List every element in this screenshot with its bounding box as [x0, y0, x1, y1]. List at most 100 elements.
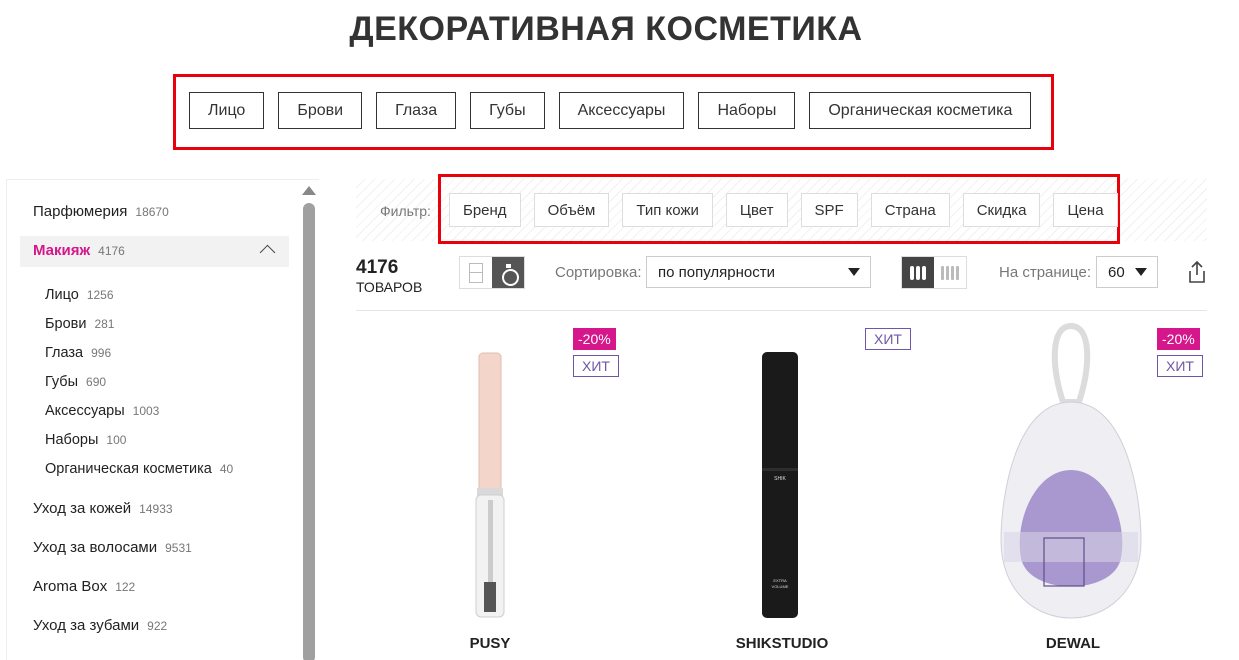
- triangle-down-icon: [1135, 268, 1147, 276]
- column-bar-icon: [941, 265, 944, 280]
- filter-button-skin-type[interactable]: Тип кожи: [622, 193, 713, 227]
- column-bar-icon: [951, 265, 954, 280]
- filter-button-price[interactable]: Цена: [1053, 193, 1118, 227]
- per-page-label: На странице:: [999, 264, 1091, 281]
- sort-select-value: по популярности: [658, 264, 775, 281]
- sidebar-item-teeth[interactable]: Уход за зубами 922: [33, 617, 167, 634]
- svg-text:EXTRA: EXTRA: [773, 578, 787, 583]
- toolbar-divider: [356, 310, 1207, 311]
- sale-badge: -20%: [1157, 328, 1200, 350]
- sidebar-item-count: 1003: [132, 404, 160, 418]
- sidebar-item-count: 922: [147, 619, 168, 633]
- sidebar-item-label: Брови: [45, 316, 87, 332]
- category-button-organic[interactable]: Органическая косметика: [809, 92, 1032, 129]
- sidebar-item-label: Губы: [45, 374, 79, 390]
- product-count: 4176: [356, 257, 399, 278]
- category-button-row: Лицо Брови Глаза Губы Аксессуары Наборы …: [189, 92, 1032, 129]
- product-brand[interactable]: PUSY: [390, 635, 590, 652]
- per-page-select[interactable]: 60: [1096, 256, 1158, 288]
- product-image-dewal-sponge[interactable]: [996, 320, 1146, 622]
- filter-button-country[interactable]: Страна: [870, 193, 950, 227]
- filter-button-spf[interactable]: SPF: [800, 193, 858, 227]
- page-title: ДЕКОРАТИВНАЯ КОСМЕТИКА: [349, 10, 863, 48]
- sidebar-subitem-accessories[interactable]: Аксессуары 1003: [45, 403, 159, 419]
- column-bar-icon: [956, 265, 959, 280]
- sidebar-item-label: Лицо: [45, 287, 79, 303]
- bottle-view-icon: [501, 263, 519, 286]
- sidebar-item-count: 40: [219, 462, 234, 476]
- view-mode-toggle: [459, 256, 525, 289]
- grid-4-columns-button[interactable]: [934, 257, 966, 288]
- sidebar-subitem-brows[interactable]: Брови 281: [45, 316, 114, 332]
- product-brand[interactable]: DEWAL: [973, 635, 1173, 652]
- sale-badge: -20%: [573, 328, 616, 350]
- filter-button-discount[interactable]: Скидка: [962, 193, 1041, 227]
- category-button-eyes[interactable]: Глаза: [376, 92, 457, 129]
- sidebar-item-count: 18670: [135, 205, 169, 219]
- svg-text:VOLUME: VOLUME: [772, 584, 789, 589]
- sidebar-item-label: Уход за кожей: [33, 500, 132, 517]
- filter-button-row: Бренд Объём Тип кожи Цвет SPF Страна Ски…: [449, 193, 1118, 227]
- sidebar-item-count: 1256: [86, 288, 114, 302]
- sidebar-item-count: 14933: [139, 502, 173, 516]
- sidebar-item-skincare[interactable]: Уход за кожей 14933: [33, 500, 173, 517]
- sort-select[interactable]: по популярности: [646, 256, 871, 288]
- column-bar-icon: [910, 265, 914, 280]
- category-button-accessories[interactable]: Аксессуары: [558, 92, 685, 129]
- scroll-up-arrow-icon[interactable]: [302, 186, 316, 195]
- sidebar-item-count: 100: [106, 433, 127, 447]
- product-image-shikstudio-mascara[interactable]: SHIK EXTRA VOLUME: [756, 350, 804, 622]
- filter-label: Фильтр:: [380, 203, 431, 219]
- sidebar: Парфюмерия 18670 Макияж 4176 Лицо 1256 Бров…: [6, 179, 319, 660]
- sidebar-item-label: Макияж: [33, 242, 91, 259]
- product-image-pusy-mascara[interactable]: [462, 350, 518, 622]
- column-bar-icon: [916, 265, 920, 280]
- sort-label: Сортировка:: [555, 264, 642, 281]
- sidebar-subitem-sets[interactable]: Наборы 100: [45, 432, 126, 448]
- sidebar-item-count: 9531: [165, 541, 192, 555]
- sidebar-item-label: Уход за волосами: [33, 539, 158, 556]
- sidebar-subitem-lips[interactable]: Губы 690: [45, 374, 106, 390]
- sidebar-item-label: Наборы: [45, 432, 99, 448]
- sidebar-item-aroma-box[interactable]: Aroma Box 122: [33, 578, 135, 595]
- column-bar-icon: [946, 265, 949, 280]
- sidebar-item-count: 690: [86, 375, 107, 389]
- sidebar-subitem-eyes[interactable]: Глаза 996: [45, 345, 111, 361]
- sidebar-item-label: Глаза: [45, 345, 84, 361]
- sidebar-item-label: Органическая косметика: [45, 461, 212, 477]
- sidebar-item-count: 4176: [98, 244, 125, 258]
- sidebar-item-label: Aroma Box: [33, 578, 108, 595]
- grid-3-columns-button[interactable]: [902, 257, 934, 288]
- sidebar-scrollbar-thumb[interactable]: [303, 203, 315, 660]
- filter-button-color[interactable]: Цвет: [725, 193, 788, 227]
- sidebar-subitem-face[interactable]: Лицо 1256: [45, 287, 114, 303]
- filter-button-volume[interactable]: Объём: [533, 193, 610, 227]
- hit-badge: ХИТ: [1157, 355, 1203, 377]
- category-button-sets[interactable]: Наборы: [698, 92, 796, 129]
- sidebar-subitem-organic[interactable]: Органическая косметика 40: [45, 461, 233, 477]
- grid-density-toggle: [901, 256, 967, 289]
- sidebar-item-makeup[interactable]: Макияж 4176: [33, 242, 125, 259]
- sidebar-item-haircare[interactable]: Уход за волосами 9531: [33, 539, 192, 556]
- sidebar-item-perfume[interactable]: Парфюмерия 18670: [33, 203, 169, 220]
- product-brand[interactable]: SHIKSTUDIO: [682, 635, 882, 652]
- hit-badge: ХИТ: [865, 328, 911, 350]
- category-button-brows[interactable]: Брови: [278, 92, 363, 129]
- view-bottle-button[interactable]: [492, 257, 524, 288]
- view-card-button[interactable]: [460, 257, 492, 288]
- sidebar-item-count: 122: [115, 580, 136, 594]
- triangle-down-icon: [848, 268, 860, 276]
- sidebar-item-count: 281: [94, 317, 115, 331]
- sidebar-item-count: 996: [91, 346, 112, 360]
- category-button-face[interactable]: Лицо: [189, 92, 265, 129]
- product-count-label: ТОВАРОВ: [356, 279, 423, 295]
- filter-button-brand[interactable]: Бренд: [449, 193, 521, 227]
- share-icon[interactable]: [1187, 260, 1207, 284]
- sidebar-item-label: Парфюмерия: [33, 203, 128, 220]
- category-button-lips[interactable]: Губы: [470, 92, 545, 129]
- hit-badge: ХИТ: [573, 355, 619, 377]
- svg-text:SHIK: SHIK: [774, 476, 786, 482]
- sidebar-item-label: Аксессуары: [45, 403, 125, 419]
- card-view-icon: [469, 262, 483, 283]
- sidebar-item-label: Уход за зубами: [33, 617, 140, 634]
